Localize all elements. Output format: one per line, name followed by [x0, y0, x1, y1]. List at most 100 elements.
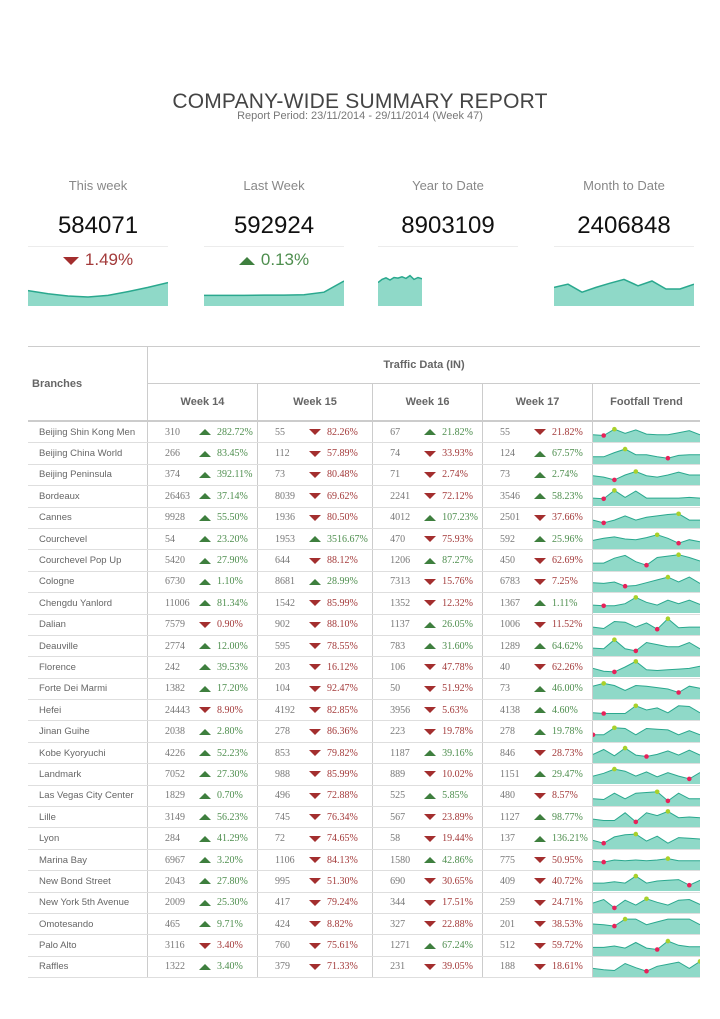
arrow-down-icon — [424, 835, 437, 842]
column-header-week-16: Week 16 — [372, 383, 484, 421]
change-percent: 11.52% — [552, 619, 583, 631]
kpi-card: Last Week 592924 0.13% — [204, 178, 344, 306]
traffic-data-header: Traffic Data (IN) — [147, 346, 700, 384]
footfall-sparkline — [593, 446, 700, 464]
change-percent: 0.70% — [217, 790, 243, 802]
arrow-up-icon — [199, 814, 211, 821]
traffic-count: 1006 — [500, 619, 521, 631]
traffic-count: 760 — [274, 940, 290, 952]
week-cell: 188 18.61% — [482, 956, 593, 979]
traffic-count: 137 — [500, 833, 516, 845]
change-percent: 52.23% — [217, 747, 248, 759]
change-percent: 33.93% — [442, 448, 473, 460]
footfall-sparkline — [593, 856, 700, 870]
week-cell: 567 23.89% — [372, 806, 484, 829]
week-cell: 1271 67.24% — [372, 934, 484, 957]
traffic-count: 40 — [500, 661, 511, 673]
arrow-up-icon — [424, 856, 437, 863]
table-row: Bordeaux 26463 37.14% 8039 69.62% 2241 72.12% 3… — [28, 485, 700, 508]
traffic-count: 783 — [390, 640, 406, 652]
max-marker — [665, 938, 671, 943]
week-cell: 496 72.88% — [257, 785, 374, 808]
arrow-down-icon — [308, 728, 321, 735]
arrow-up-icon — [199, 878, 211, 885]
branch-name: Cologne — [28, 571, 148, 594]
change-percent: 15.76% — [442, 576, 473, 588]
traffic-count: 284 — [165, 833, 180, 845]
change-percent: 88.12% — [326, 555, 358, 567]
kpi-label: Last Week — [243, 178, 305, 193]
change-percent: 79.82% — [326, 747, 358, 759]
arrow-down-icon — [534, 750, 547, 757]
min-marker — [644, 754, 649, 759]
arrow-down-icon — [534, 899, 547, 906]
arrow-down-icon — [308, 514, 321, 521]
week-cell: 512 59.72% — [482, 934, 593, 957]
sparkline-area — [593, 727, 700, 742]
branch-name: Lille — [28, 806, 148, 829]
max-marker — [654, 789, 660, 794]
traffic-count: 846 — [500, 747, 516, 759]
change-percent: 8.57% — [552, 790, 578, 802]
change-percent: 62.26% — [552, 661, 583, 673]
change-percent: 2.74% — [552, 469, 578, 481]
change-percent: 50.95% — [552, 854, 583, 866]
week-cell: 7313 15.76% — [372, 571, 484, 594]
kpi-divider — [28, 246, 168, 247]
change-percent: 98.77% — [552, 811, 583, 823]
max-marker — [633, 703, 639, 709]
change-percent: 72.12% — [442, 490, 473, 502]
kpi-change — [554, 250, 694, 272]
branch-name: Florence — [28, 656, 148, 679]
arrow-down-icon — [534, 878, 547, 885]
arrow-down-icon — [308, 493, 321, 500]
footfall-sparkline — [593, 831, 700, 849]
branch-name: Palo Alto — [28, 934, 148, 957]
arrow-down-icon — [424, 578, 437, 585]
change-percent: 21.82% — [552, 426, 583, 438]
week-cell: 450 62.69% — [482, 549, 593, 572]
kpi-value: 592924 — [233, 212, 315, 239]
change-percent: 83.45% — [217, 448, 248, 460]
week-cell: 310 282.72% — [147, 421, 258, 444]
change-percent: 16.12% — [326, 661, 358, 673]
footfall-trend-cell — [592, 656, 700, 679]
arrow-down-icon — [308, 835, 321, 842]
week-cell: 1151 29.47% — [482, 763, 593, 786]
kpi-change: 0.13% — [204, 250, 344, 272]
week-cell: 846 28.73% — [482, 742, 593, 765]
footfall-sparkline — [593, 725, 700, 742]
footfall-trend-cell — [592, 442, 700, 465]
traffic-count: 73 — [500, 469, 511, 481]
footfall-trend-cell — [592, 635, 700, 658]
change-percent: 24.71% — [552, 897, 583, 909]
change-percent: 39.53% — [217, 661, 248, 673]
max-marker — [612, 637, 617, 643]
week-cell: 278 19.78% — [482, 720, 593, 743]
table-row: Beijing Shin Kong Men 310 282.72% 55 82.26% 6… — [28, 421, 700, 444]
week-cell: 592 25.96% — [482, 528, 593, 551]
table-row: Raffles 1322 3.40% 379 71.33% 231 39.05% 188 18.… — [28, 956, 700, 979]
kpi-card: This week 584071 1.49% — [28, 178, 168, 306]
week-cell: 417 79.24% — [257, 892, 374, 914]
arrow-down-icon — [424, 728, 437, 735]
traffic-count: 8681 — [274, 576, 295, 588]
week-cell: 4138 4.60% — [482, 699, 593, 722]
sparkline-area — [593, 811, 700, 828]
change-percent: 40.72% — [552, 875, 583, 887]
footfall-sparkline — [593, 595, 700, 614]
traffic-count: 1106 — [274, 854, 295, 866]
footfall-sparkline — [593, 511, 700, 528]
traffic-count: 4192 — [274, 704, 295, 716]
change-percent: 56.23% — [217, 811, 248, 823]
arrow-up-icon — [199, 921, 211, 928]
min-marker — [601, 840, 606, 846]
max-marker — [633, 469, 639, 474]
change-percent: 27.30% — [217, 768, 248, 780]
change-percent: 18.61% — [552, 961, 583, 973]
footfall-trend-cell — [592, 421, 700, 444]
max-marker — [622, 916, 628, 922]
week-cell: 1289 64.62% — [482, 635, 593, 658]
traffic-count: 55 — [274, 426, 285, 438]
change-percent: 27.90% — [217, 555, 248, 567]
